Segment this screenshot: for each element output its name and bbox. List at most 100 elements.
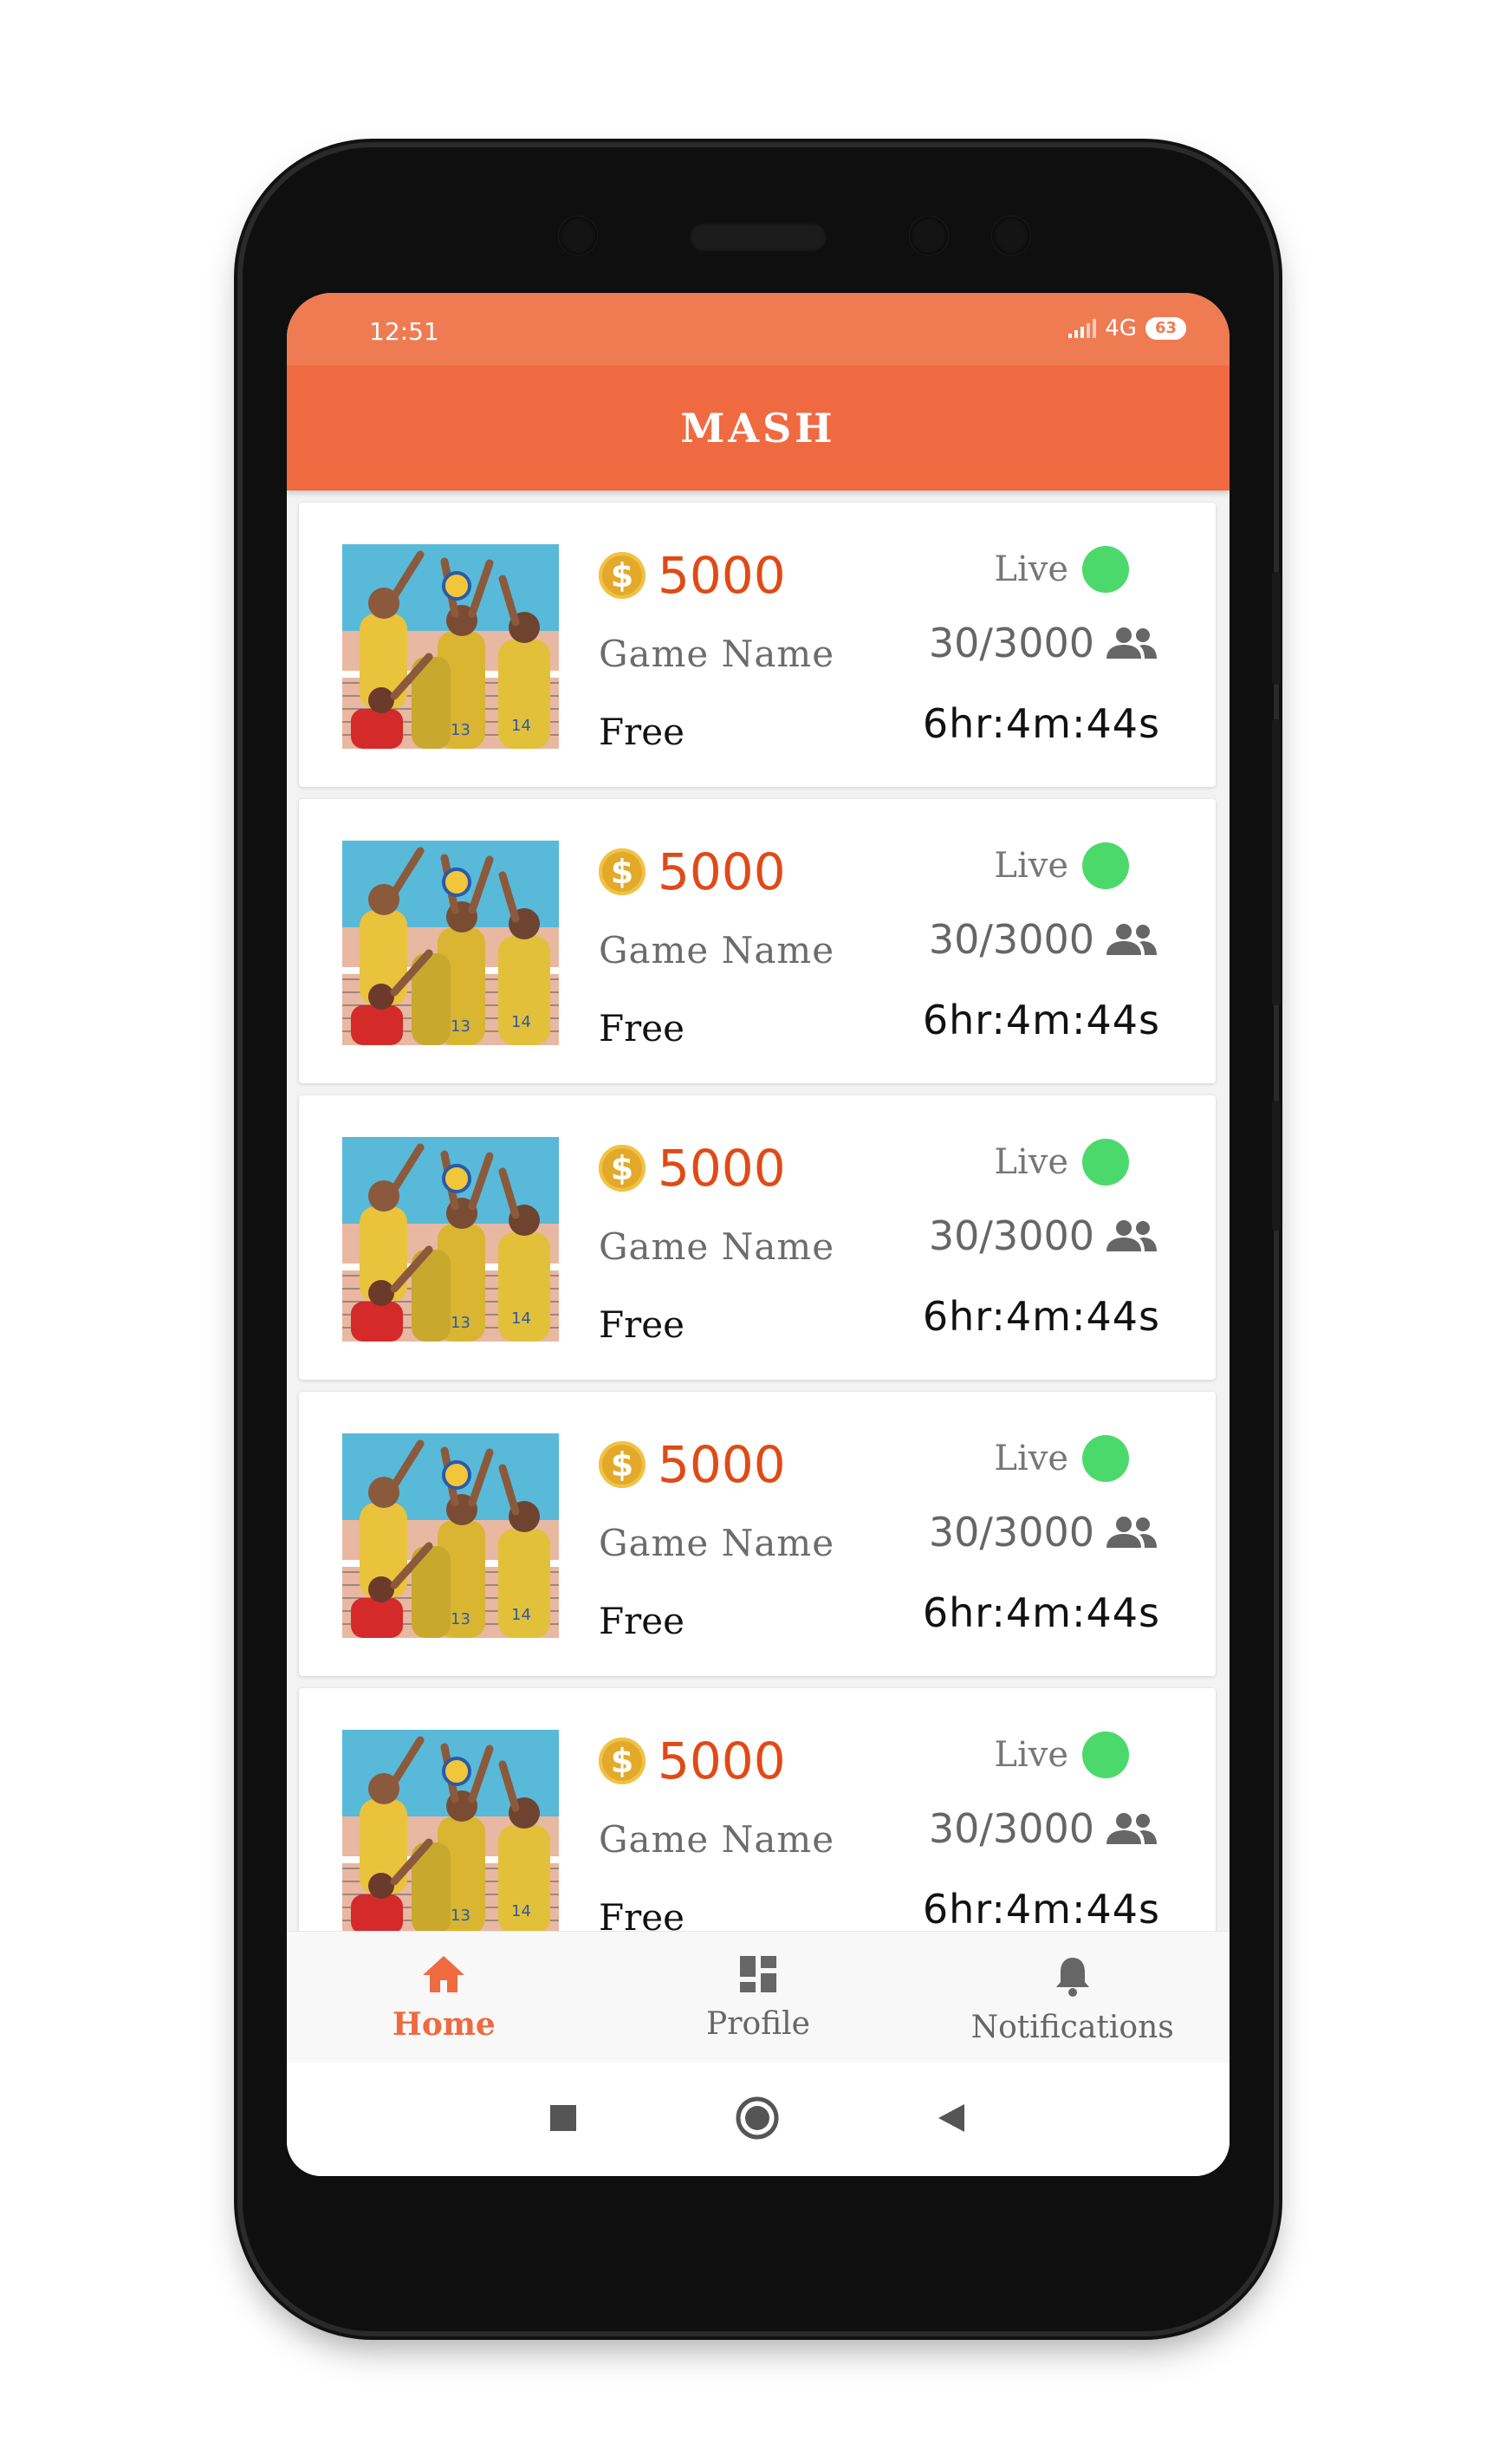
game-thumbnail-image: 13 14 <box>342 544 559 749</box>
live-label: Live <box>994 1735 1068 1775</box>
battery-level: 63 <box>1154 319 1177 337</box>
nav-tab-profile[interactable]: Profile <box>601 1932 916 2063</box>
live-label: Live <box>994 1142 1068 1182</box>
square-recents-icon[interactable] <box>548 2103 578 2136</box>
live-label: Live <box>994 846 1068 886</box>
triangle-back-icon[interactable] <box>937 2102 968 2137</box>
dashboard-icon <box>738 1954 778 1998</box>
svg-text:14: 14 <box>511 1902 531 1920</box>
svg-text:14: 14 <box>511 717 531 735</box>
front-camera <box>559 217 597 255</box>
bottom-navigation: Home Profile Notifications <box>287 1931 1230 2063</box>
players-count-row: 30/3000 <box>929 1509 1158 1556</box>
game-card[interactable]: 13 14 $ 5000 Game Name Free Live 30/3000… <box>299 1392 1216 1676</box>
game-name: Game Name <box>599 1225 835 1268</box>
app-bar: MASH <box>287 366 1230 491</box>
svg-text:14: 14 <box>511 1606 531 1624</box>
dollar-coin-icon: $ <box>599 1738 646 1784</box>
power-button <box>1272 1101 1281 1231</box>
battery-icon: 63 <box>1145 317 1186 340</box>
svg-text:14: 14 <box>511 1309 531 1328</box>
entry-price: Free <box>599 1303 685 1346</box>
svg-text:13: 13 <box>451 1907 470 1925</box>
people-group-icon <box>1106 627 1157 659</box>
prize-row: $ 5000 <box>599 842 786 901</box>
home-icon <box>421 1954 466 1998</box>
game-name: Game Name <box>599 1522 835 1564</box>
bell-icon <box>1054 1954 1092 2001</box>
prize-amount: 5000 <box>658 1435 786 1494</box>
nav-label: Notifications <box>970 2010 1174 2045</box>
volume-button <box>1272 572 1281 685</box>
game-card[interactable]: 13 14 $ 5000 Game Name Free Live 30/3000… <box>299 1095 1216 1380</box>
countdown-timer: 6hr:4m:44s <box>922 997 1160 1043</box>
players-count: 30/3000 <box>928 1509 1094 1556</box>
countdown-timer: 6hr:4m:44s <box>922 1293 1160 1340</box>
status-bar: 12:51 4G 63 <box>287 293 1230 366</box>
game-name: Game Name <box>599 1818 835 1861</box>
countdown-timer: 6hr:4m:44s <box>922 700 1160 747</box>
prize-amount: 5000 <box>658 842 786 901</box>
game-card[interactable]: 13 14 $ 5000 Game Name Free Live 30/3000… <box>299 503 1216 787</box>
side-button <box>1272 719 1281 1005</box>
prize-row: $ 5000 <box>599 1732 786 1790</box>
live-dot-icon <box>1082 1732 1129 1778</box>
svg-text:13: 13 <box>451 721 470 739</box>
game-thumbnail-image: 13 14 <box>342 841 559 1045</box>
app-title: MASH <box>680 405 836 452</box>
prize-row: $ 5000 <box>599 1139 786 1198</box>
game-name: Game Name <box>599 929 835 971</box>
prize-amount: 5000 <box>658 546 786 605</box>
live-dot-icon <box>1082 1435 1129 1482</box>
live-dot-icon <box>1082 546 1129 593</box>
svg-text:13: 13 <box>451 1017 470 1036</box>
players-count: 30/3000 <box>928 620 1094 666</box>
people-group-icon <box>1106 1813 1157 1844</box>
players-count-row: 30/3000 <box>929 1212 1158 1259</box>
app-screen: 12:51 4G 63 MASH 13 14 $ 5000 Game Name … <box>287 293 1230 2176</box>
circle-home-icon[interactable] <box>734 2095 781 2145</box>
entry-price: Free <box>599 1896 685 1931</box>
live-status: Live <box>994 1139 1129 1186</box>
players-count-row: 30/3000 <box>929 916 1158 963</box>
nav-label: Home <box>392 2006 496 2043</box>
entry-price: Free <box>599 711 685 753</box>
live-dot-icon <box>1082 1139 1129 1186</box>
players-count-row: 30/3000 <box>929 620 1158 666</box>
status-time: 12:51 <box>369 317 439 346</box>
signal-icon <box>1068 319 1097 338</box>
players-count: 30/3000 <box>928 916 1094 963</box>
live-label: Live <box>994 1439 1068 1478</box>
live-status: Live <box>994 546 1129 593</box>
entry-price: Free <box>599 1600 685 1642</box>
people-group-icon <box>1106 924 1157 955</box>
game-list[interactable]: 13 14 $ 5000 Game Name Free Live 30/3000… <box>287 491 1230 1931</box>
dollar-coin-icon: $ <box>599 552 646 599</box>
prize-row: $ 5000 <box>599 1435 786 1494</box>
nav-tab-notifications[interactable]: Notifications <box>915 1932 1230 2063</box>
network-label: 4G <box>1105 315 1137 341</box>
players-count: 30/3000 <box>928 1212 1094 1259</box>
dollar-coin-icon: $ <box>599 1441 646 1488</box>
players-count: 30/3000 <box>928 1805 1094 1852</box>
nav-label: Profile <box>706 2006 810 2042</box>
prize-amount: 5000 <box>658 1139 786 1198</box>
live-label: Live <box>994 549 1068 589</box>
dollar-coin-icon: $ <box>599 1145 646 1192</box>
svg-text:13: 13 <box>451 1314 470 1332</box>
entry-price: Free <box>599 1007 685 1049</box>
live-dot-icon <box>1082 842 1129 889</box>
nav-tab-home[interactable]: Home <box>287 1932 601 2063</box>
game-card[interactable]: 13 14 $ 5000 Game Name Free Live 30/3000… <box>299 1688 1216 1931</box>
live-status: Live <box>994 842 1129 889</box>
people-group-icon <box>1106 1517 1157 1548</box>
prize-row: $ 5000 <box>599 546 786 605</box>
countdown-timer: 6hr:4m:44s <box>922 1886 1160 1931</box>
game-thumbnail-image: 13 14 <box>342 1137 559 1342</box>
sensor <box>992 217 1030 255</box>
game-card[interactable]: 13 14 $ 5000 Game Name Free Live 30/3000… <box>299 799 1216 1083</box>
game-name: Game Name <box>599 633 835 675</box>
sensor <box>910 217 948 255</box>
svg-text:13: 13 <box>451 1610 470 1628</box>
dollar-coin-icon: $ <box>599 848 646 895</box>
